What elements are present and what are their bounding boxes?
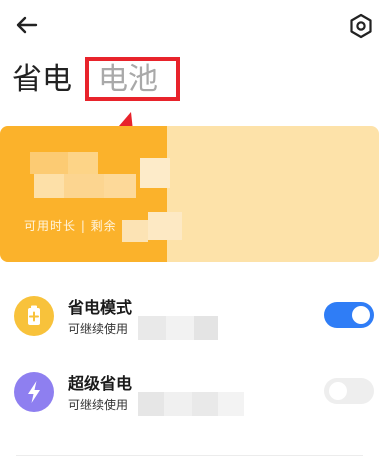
power-saving-mode-row[interactable]: 省电模式 可继续使用 (0, 286, 379, 350)
super-power-saving-subtitle: 可继续使用 (68, 398, 129, 412)
toggle-knob (329, 382, 347, 400)
power-saving-mode-subtitle: 可继续使用 (68, 322, 129, 336)
back-arrow-icon (16, 16, 38, 34)
super-power-saving-toggle[interactable] (324, 378, 374, 404)
back-button[interactable] (12, 10, 42, 40)
annotation-highlight-box (85, 57, 180, 101)
super-power-saving-row[interactable]: 超级省电 可继续使用 (0, 362, 379, 426)
usage-time-label: 可用时长 | 剩余 (24, 219, 117, 233)
top-bar (0, 0, 379, 50)
gear-icon (350, 13, 372, 39)
lightning-icon (14, 372, 54, 412)
tab-power-saving[interactable]: 省电 (12, 58, 72, 102)
power-saving-mode-toggle[interactable] (324, 302, 374, 328)
toggle-knob (352, 306, 370, 324)
battery-plus-icon (14, 296, 54, 336)
settings-button[interactable] (346, 11, 376, 41)
power-saving-mode-title: 省电模式 (68, 298, 133, 317)
pixelated-remaining-time (138, 392, 244, 416)
battery-status-card[interactable]: 可用时长 | 剩余 (0, 126, 379, 262)
pixelated-remaining-time (138, 316, 218, 340)
divider (16, 455, 363, 456)
super-power-saving-title: 超级省电 (68, 374, 133, 393)
pixelated-battery-info (18, 138, 188, 262)
